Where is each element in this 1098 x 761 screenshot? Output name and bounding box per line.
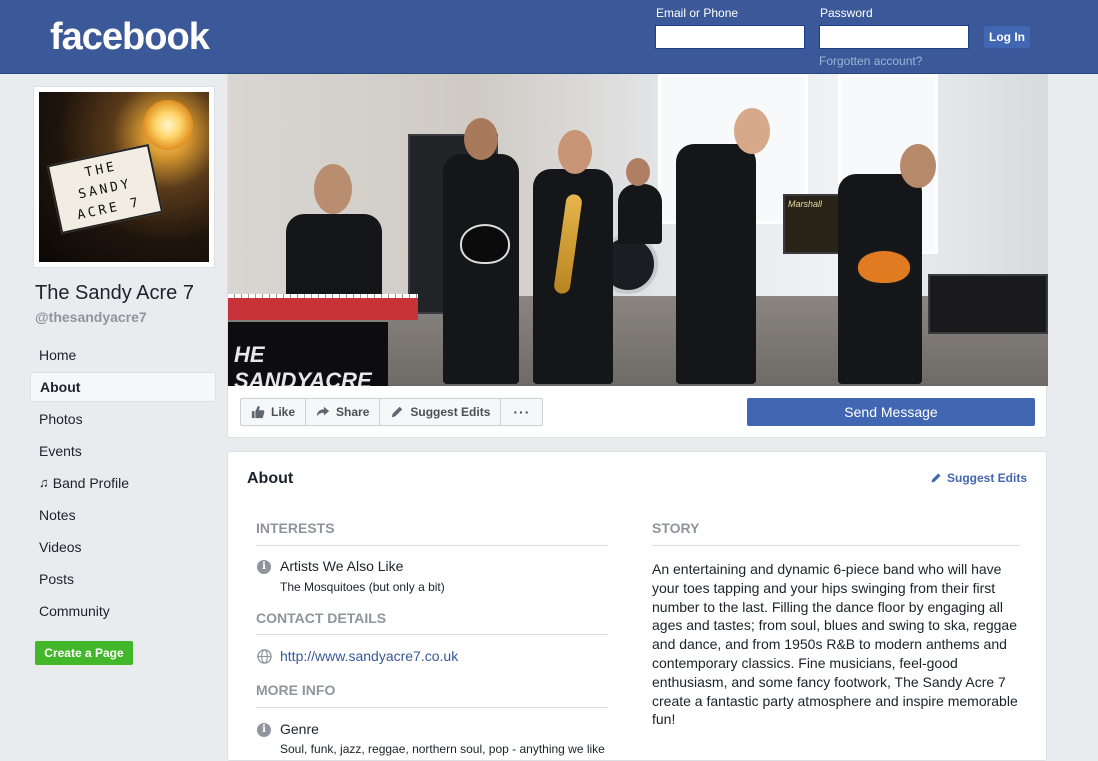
send-message-button[interactable]: Send Message: [747, 398, 1035, 426]
artists-we-also-like-title: Artists We Also Like: [280, 558, 404, 574]
profile-picture[interactable]: THE SANDY ACRE 7: [33, 86, 215, 268]
nav-label: Community: [39, 603, 110, 619]
nav-label: Notes: [39, 507, 76, 523]
more-dots-icon: ···: [513, 404, 531, 420]
about-heading: About: [247, 470, 294, 487]
genre-title: Genre: [280, 721, 319, 737]
divider: [256, 545, 608, 546]
cover-photo[interactable]: Marshall HE SANDYACRE 7: [228, 74, 1048, 386]
page-action-bar: Like Share Suggest Edits ···: [240, 398, 544, 426]
nav-item-about[interactable]: About: [30, 372, 216, 402]
synth-rack: [928, 274, 1048, 334]
suggest-edits-button[interactable]: Suggest Edits: [380, 399, 502, 425]
guitar: [460, 224, 510, 264]
keyboard: [228, 298, 418, 320]
password-label: Password: [820, 6, 873, 20]
email-field[interactable]: [655, 25, 805, 49]
profile-lightbox-sign: THE SANDY ACRE 7: [46, 143, 164, 235]
password-field[interactable]: [819, 25, 969, 49]
story-text: An entertaining and dynamic 6-piece band…: [652, 561, 1018, 728]
nav-label: Posts: [39, 571, 75, 587]
nav-item-photos[interactable]: Photos: [30, 404, 216, 434]
globe-icon: [257, 649, 272, 664]
forgotten-account-link[interactable]: Forgotten account?: [819, 54, 922, 68]
page-handle[interactable]: @thesandyacre7: [35, 309, 147, 325]
facebook-logo[interactable]: facebook: [50, 16, 210, 59]
like-button[interactable]: Like: [241, 399, 307, 425]
left-navigation: Home About Photos Events ♫ Band Profile N…: [30, 340, 216, 628]
share-arrow-icon: [316, 406, 330, 417]
band-sign: HE SANDYACRE 7: [228, 322, 388, 386]
music-note-icon: ♫: [39, 475, 49, 490]
nav-label: Events: [39, 443, 82, 459]
nav-item-band-profile[interactable]: ♫ Band Profile: [30, 468, 216, 498]
nav-label: Band Profile: [52, 475, 130, 491]
more-info-heading: MORE INFO: [256, 682, 336, 698]
nav-item-home[interactable]: Home: [30, 340, 216, 370]
head: [558, 130, 592, 174]
head: [734, 108, 770, 154]
drummer: [618, 184, 662, 244]
top-bar: facebook Email or Phone Password Log In …: [0, 0, 1098, 74]
pencil-icon: [392, 406, 403, 418]
guitar: [856, 249, 912, 285]
share-button[interactable]: Share: [306, 399, 381, 425]
pencil-icon: [931, 473, 941, 483]
share-label: Share: [336, 405, 370, 419]
cover-card: Marshall HE SANDYACRE 7 Like S: [227, 74, 1048, 438]
nav-label: Photos: [39, 411, 83, 427]
interests-heading: INTERESTS: [256, 520, 335, 536]
about-card: About Suggest Edits INTERESTS i Artists …: [227, 451, 1047, 761]
more-options-button[interactable]: ···: [501, 399, 542, 425]
nav-label: Home: [39, 347, 77, 363]
profile-image: THE SANDY ACRE 7: [39, 92, 209, 262]
divider: [256, 634, 608, 635]
like-label: Like: [271, 405, 296, 419]
singer: [676, 144, 756, 384]
head: [900, 144, 936, 188]
create-page-button[interactable]: Create a Page: [35, 641, 133, 665]
head: [626, 158, 650, 186]
nav-item-videos[interactable]: Videos: [30, 532, 216, 562]
info-icon: i: [257, 723, 271, 737]
head: [314, 164, 352, 214]
nav-item-community[interactable]: Community: [30, 596, 216, 626]
nav-item-notes[interactable]: Notes: [30, 500, 216, 530]
login-button[interactable]: Log In: [983, 25, 1031, 49]
story-heading: STORY: [652, 520, 700, 536]
nav-label: About: [40, 379, 81, 395]
head: [464, 118, 498, 160]
nav-item-events[interactable]: Events: [30, 436, 216, 466]
suggest-edits-link[interactable]: Suggest Edits: [930, 471, 1027, 485]
divider: [256, 707, 608, 708]
contact-details-heading: CONTACT DETAILS: [256, 610, 387, 626]
nav-item-posts[interactable]: Posts: [30, 564, 216, 594]
page-title[interactable]: The Sandy Acre 7: [35, 282, 194, 305]
suggest-edits-label: Suggest Edits: [946, 471, 1027, 485]
website-link[interactable]: http://www.sandyacre7.co.uk: [280, 648, 458, 664]
suggest-edits-label: Suggest Edits: [410, 405, 491, 419]
genre-value: Soul, funk, jazz, reggae, northern soul,…: [280, 742, 605, 756]
artists-we-also-like-value[interactable]: The Mosquitoes (but only a bit): [280, 580, 445, 594]
bulb-graphic: [143, 100, 193, 150]
email-label: Email or Phone: [656, 6, 739, 20]
guitarist-1: [443, 154, 519, 384]
thumbs-up-icon: [251, 405, 265, 419]
divider: [652, 545, 1020, 546]
nav-label: Videos: [39, 539, 82, 555]
info-icon: i: [257, 560, 271, 574]
